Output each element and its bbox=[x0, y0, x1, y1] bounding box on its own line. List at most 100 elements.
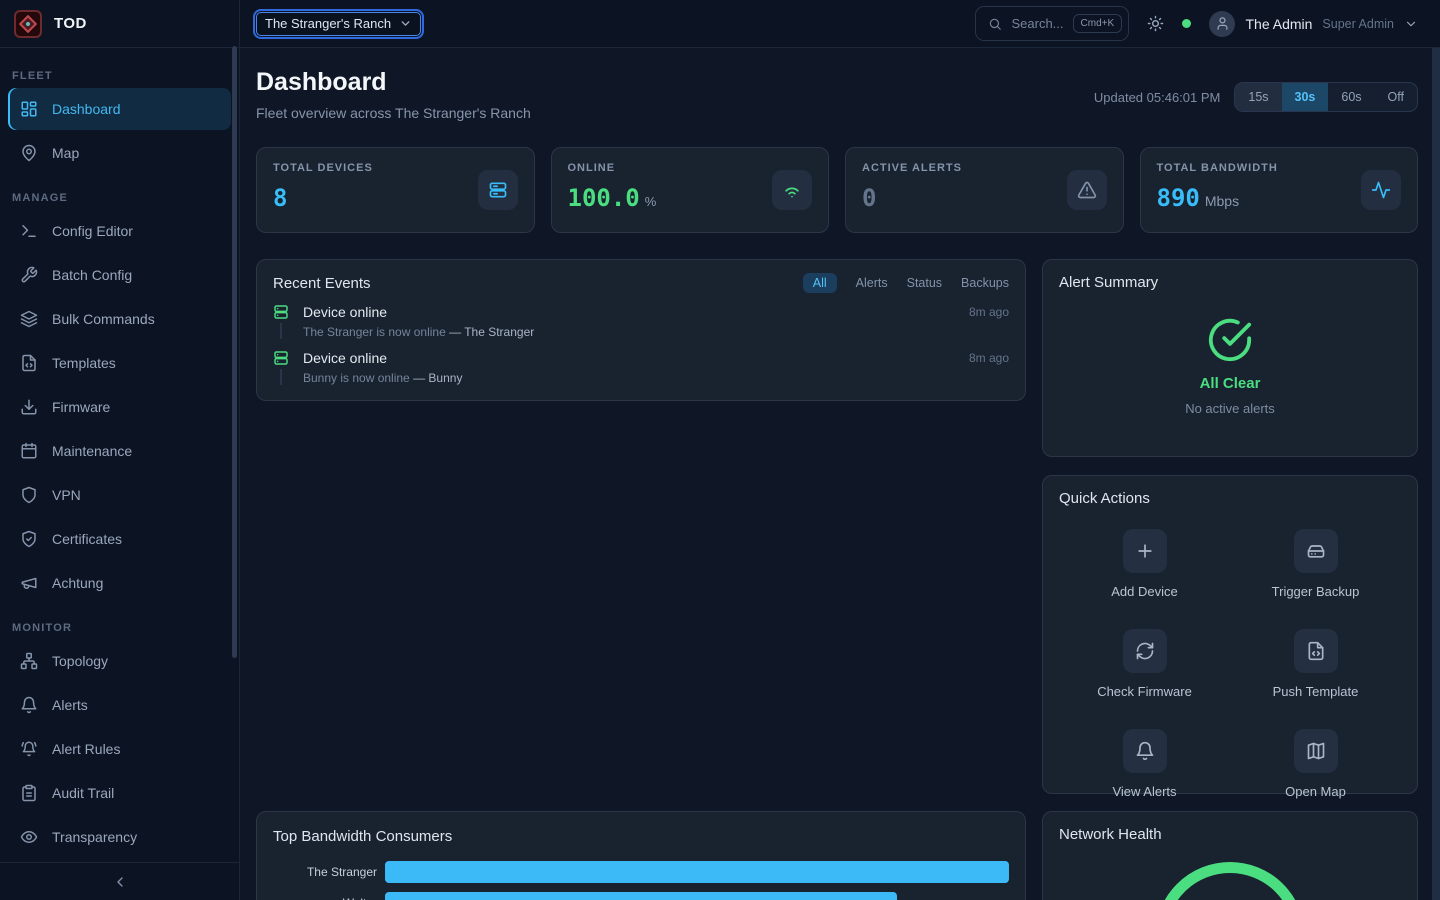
sidebar-item-templates[interactable]: Templates bbox=[8, 342, 231, 384]
activity-icon bbox=[1361, 170, 1401, 210]
sidebar-collapse-button[interactable] bbox=[0, 862, 239, 900]
event-description: Bunny is now online — Bunny bbox=[303, 371, 1009, 385]
sidebar-scrollbar[interactable] bbox=[232, 46, 237, 658]
section-label-fleet: FLEET bbox=[8, 62, 231, 88]
action-label: Add Device bbox=[1111, 584, 1177, 599]
alert-triangle-icon bbox=[1067, 170, 1107, 210]
stat-unit: Mbps bbox=[1205, 193, 1239, 209]
refresh-60s-button[interactable]: 60s bbox=[1328, 83, 1374, 111]
health-gauge-ring: 100 bbox=[1155, 862, 1305, 900]
sidebar-item-bulk-commands[interactable]: Bulk Commands bbox=[8, 298, 231, 340]
search-input[interactable]: Search... Cmd+K bbox=[975, 6, 1129, 41]
terminal-icon bbox=[20, 222, 38, 240]
user-menu[interactable]: The Admin Super Admin bbox=[1209, 11, 1418, 37]
map-pin-icon bbox=[20, 144, 38, 162]
refresh-15s-button[interactable]: 15s bbox=[1235, 83, 1281, 111]
main-area: The Stranger's Ranch Search... Cmd+K The… bbox=[240, 0, 1440, 900]
view-alerts-button[interactable]: View Alerts bbox=[1059, 729, 1230, 799]
sidebar-item-certificates[interactable]: Certificates bbox=[8, 518, 231, 560]
alert-detail-text: No active alerts bbox=[1185, 401, 1275, 416]
stat-value: 8 bbox=[273, 184, 287, 212]
sidebar-item-batch-config[interactable]: Batch Config bbox=[8, 254, 231, 296]
stat-label: TOTAL BANDWIDTH bbox=[1157, 162, 1278, 174]
sidebar-item-label: Templates bbox=[52, 355, 116, 371]
alert-summary-title: Alert Summary bbox=[1059, 274, 1401, 291]
sidebar-item-config-editor[interactable]: Config Editor bbox=[8, 210, 231, 252]
sidebar-item-maintenance[interactable]: Maintenance bbox=[8, 430, 231, 472]
filter-backups[interactable]: Backups bbox=[961, 276, 1009, 290]
sidebar-item-label: Certificates bbox=[52, 531, 122, 547]
bell-icon bbox=[1123, 729, 1167, 773]
section-label-monitor: MONITOR bbox=[8, 614, 231, 640]
chevron-left-icon bbox=[112, 874, 128, 890]
event-description: The Stranger is now online — The Strange… bbox=[303, 325, 1009, 339]
avatar bbox=[1209, 11, 1235, 37]
plus-icon bbox=[1123, 529, 1167, 573]
event-title: Device online bbox=[303, 304, 387, 320]
event-row[interactable]: Device online 8m ago Bunny is now online… bbox=[273, 350, 1009, 385]
stat-unit: % bbox=[645, 194, 657, 209]
eye-icon bbox=[20, 828, 38, 846]
site-selector[interactable]: The Stranger's Ranch bbox=[256, 12, 421, 36]
wrench-icon bbox=[20, 266, 38, 284]
event-device: — Bunny bbox=[413, 371, 462, 385]
recent-events-panel: Recent Events All Alerts Status Backups bbox=[256, 259, 1026, 401]
sidebar-item-transparency[interactable]: Transparency bbox=[8, 816, 231, 858]
filter-all[interactable]: All bbox=[803, 273, 837, 293]
sidebar-item-firmware[interactable]: Firmware bbox=[8, 386, 231, 428]
sidebar-item-label: Maintenance bbox=[52, 443, 132, 459]
event-time: 8m ago bbox=[969, 305, 1009, 319]
event-time: 8m ago bbox=[969, 351, 1009, 365]
sidebar-item-topology[interactable]: Topology bbox=[8, 640, 231, 682]
clipboard-list-icon bbox=[20, 784, 38, 802]
sidebar-item-label: Alerts bbox=[52, 697, 88, 713]
download-icon bbox=[20, 398, 38, 416]
event-row[interactable]: Device online 8m ago The Stranger is now… bbox=[273, 304, 1009, 339]
window-scrollbar[interactable] bbox=[1432, 48, 1440, 900]
sidebar: TOD FLEET Dashboard Map MANAGE Config Ed… bbox=[0, 0, 240, 900]
refresh-off-button[interactable]: Off bbox=[1375, 83, 1417, 111]
sidebar-item-label: Achtung bbox=[52, 575, 103, 591]
event-title: Device online bbox=[303, 350, 387, 366]
stat-value: 890 bbox=[1157, 184, 1200, 212]
sidebar-item-label: Topology bbox=[52, 653, 108, 669]
stat-label: ONLINE bbox=[568, 162, 657, 174]
sidebar-item-dashboard[interactable]: Dashboard bbox=[8, 88, 231, 130]
filter-alerts[interactable]: Alerts bbox=[856, 276, 888, 290]
sidebar-nav: FLEET Dashboard Map MANAGE Config Editor… bbox=[0, 48, 239, 862]
trigger-backup-button[interactable]: Trigger Backup bbox=[1230, 529, 1401, 599]
open-map-button[interactable]: Open Map bbox=[1230, 729, 1401, 799]
stat-value: 100.0 bbox=[568, 184, 640, 212]
sidebar-item-label: Alert Rules bbox=[52, 741, 120, 757]
sidebar-item-label: Batch Config bbox=[52, 267, 132, 283]
check-firmware-button[interactable]: Check Firmware bbox=[1059, 629, 1230, 699]
sidebar-item-vpn[interactable]: VPN bbox=[8, 474, 231, 516]
chevron-down-icon bbox=[399, 17, 412, 30]
push-template-button[interactable]: Push Template bbox=[1230, 629, 1401, 699]
app-logo-icon bbox=[14, 10, 42, 38]
action-label: Open Map bbox=[1285, 784, 1346, 799]
server-icon bbox=[273, 304, 289, 320]
bandwidth-bar bbox=[385, 892, 897, 900]
theme-toggle-button[interactable] bbox=[1147, 15, 1164, 32]
server-icon bbox=[273, 350, 289, 366]
sidebar-item-audit-trail[interactable]: Audit Trail bbox=[8, 772, 231, 814]
sidebar-item-achtung[interactable]: Achtung bbox=[8, 562, 231, 604]
stat-total-bandwidth: TOTAL BANDWIDTH 890 Mbps bbox=[1140, 147, 1419, 233]
bell-ring-icon bbox=[20, 740, 38, 758]
sidebar-item-label: Transparency bbox=[52, 829, 137, 845]
refresh-30s-button[interactable]: 30s bbox=[1282, 83, 1329, 111]
sidebar-item-alerts[interactable]: Alerts bbox=[8, 684, 231, 726]
filter-status[interactable]: Status bbox=[907, 276, 942, 290]
sidebar-item-alert-rules[interactable]: Alert Rules bbox=[8, 728, 231, 770]
stat-active-alerts: ACTIVE ALERTS 0 bbox=[845, 147, 1124, 233]
network-icon bbox=[20, 652, 38, 670]
add-device-button[interactable]: Add Device bbox=[1059, 529, 1230, 599]
quick-actions-title: Quick Actions bbox=[1059, 490, 1401, 507]
page-title: Dashboard bbox=[256, 68, 531, 97]
sidebar-item-map[interactable]: Map bbox=[8, 132, 231, 174]
bandwidth-device-label: The Stranger bbox=[273, 865, 385, 879]
sidebar-item-label: Map bbox=[52, 145, 79, 161]
sidebar-item-label: VPN bbox=[52, 487, 81, 503]
user-name: The Admin bbox=[1245, 16, 1312, 32]
